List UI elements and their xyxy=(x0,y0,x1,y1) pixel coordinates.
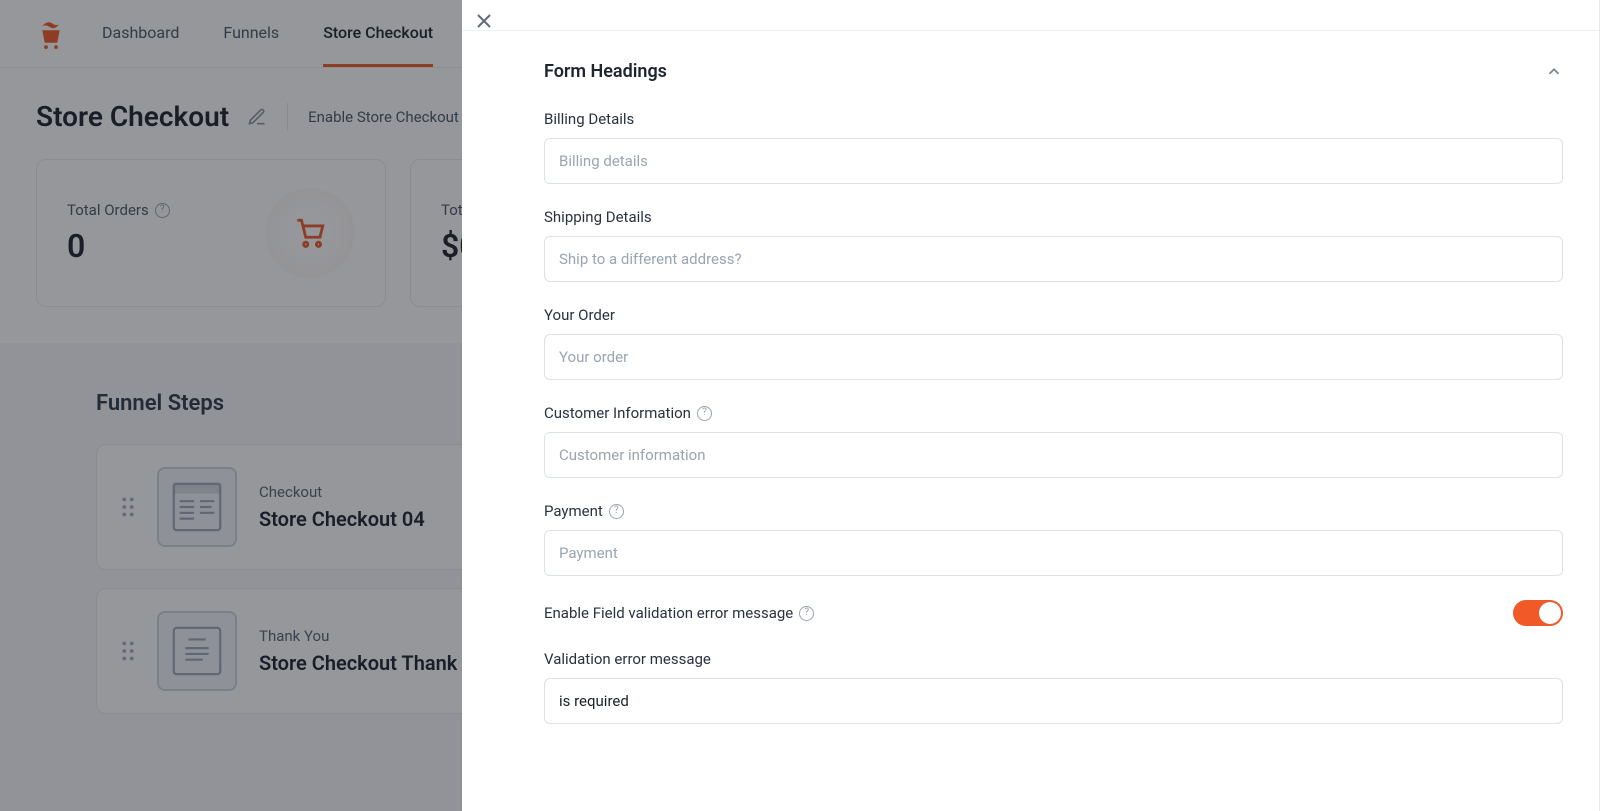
validation-toggle[interactable] xyxy=(1513,600,1563,626)
payment-label: Payment xyxy=(544,502,603,520)
section-title: Form Headings xyxy=(544,61,667,82)
billing-label: Billing Details xyxy=(544,110,1563,128)
chevron-up-icon[interactable] xyxy=(1545,63,1563,81)
validation-msg-label: Validation error message xyxy=(544,650,1563,668)
customer-input[interactable] xyxy=(544,432,1563,478)
order-input[interactable] xyxy=(544,334,1563,380)
shipping-input[interactable] xyxy=(544,236,1563,282)
billing-input[interactable] xyxy=(544,138,1563,184)
order-label: Your Order xyxy=(544,306,1563,324)
help-icon[interactable]: ? xyxy=(697,406,712,421)
shipping-label: Shipping Details xyxy=(544,208,1563,226)
close-icon xyxy=(476,13,492,29)
help-icon[interactable]: ? xyxy=(609,504,624,519)
validation-toggle-label: Enable Field validation error message xyxy=(544,604,793,622)
help-icon[interactable]: ? xyxy=(799,606,814,621)
customer-label: Customer Information xyxy=(544,404,691,422)
payment-input[interactable] xyxy=(544,530,1563,576)
close-button[interactable] xyxy=(462,0,506,42)
validation-msg-input[interactable] xyxy=(544,678,1563,724)
settings-panel: Form Headings Billing Details Shipping D… xyxy=(462,0,1600,811)
